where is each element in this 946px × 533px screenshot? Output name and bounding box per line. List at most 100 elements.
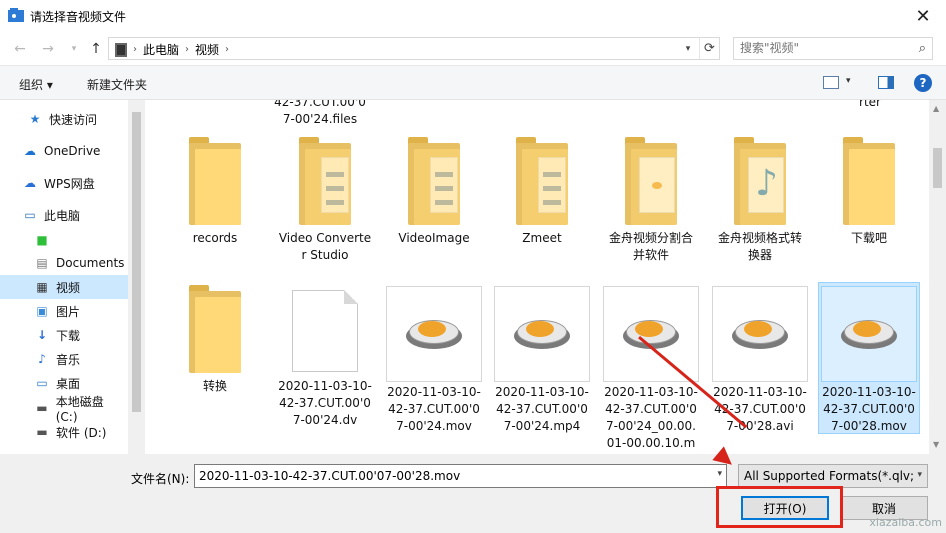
folder-icon <box>408 137 460 225</box>
list-item-folder[interactable]: ♪ 金舟视频格式转换器 <box>711 137 809 264</box>
folder-icon <box>189 285 241 373</box>
folder-icon: ♪ <box>734 137 786 225</box>
file-name: 2020-11-03-10-42-37.CUT.00'07-00'24.mov <box>387 385 481 433</box>
file-name: 转换 <box>202 379 227 393</box>
sidebar-item-onedrive[interactable]: ☁ OneDrive <box>0 139 128 163</box>
list-item-video-selected[interactable]: 2020-11-03-10-42-37.CUT.00'07-00'28.mov <box>818 282 920 434</box>
list-item-video[interactable]: 2020-11-03-10-42-37.CUT.00'07-00'24_00.0… <box>602 286 700 454</box>
file-list-scrollbar[interactable]: ▲ ▼ <box>929 100 946 454</box>
scroll-down-icon[interactable]: ▼ <box>933 440 939 449</box>
list-item-folder[interactable]: 下载吧 <box>820 137 918 247</box>
filename-field[interactable] <box>199 469 699 483</box>
view-options-icon[interactable] <box>823 76 839 89</box>
chevron-down-icon[interactable]: ▾ <box>679 38 697 59</box>
sidebar-item-downloads[interactable]: ↓ 下载 <box>0 323 128 347</box>
chevron-down-icon[interactable]: ▾ <box>846 76 851 86</box>
sidebar-item-label: 下载 <box>56 328 81 343</box>
app-icon <box>8 8 24 22</box>
file-name: Zmeet <box>522 231 562 245</box>
file-list: 42-37.CUT.00'0 7-00'24.files rter record… <box>145 100 931 454</box>
sidebar-scrollbar[interactable] <box>128 100 145 454</box>
drive-icon: ▬ <box>36 425 48 439</box>
list-item-video[interactable]: 2020-11-03-10-42-37.CUT.00'07-00'24.mp4 <box>493 286 591 435</box>
star-icon: ★ <box>29 112 41 126</box>
list-item-folder[interactable]: Video Converter Studio <box>276 137 374 264</box>
music-icon: ♪ <box>38 352 46 366</box>
chevron-down-icon[interactable]: ▾ <box>917 470 922 480</box>
refresh-icon[interactable]: ⟳ <box>699 38 719 59</box>
up-arrow-icon[interactable]: ↑ <box>86 40 106 58</box>
breadcrumb-this-pc[interactable]: 此电脑 <box>143 41 179 58</box>
preview-pane-icon[interactable] <box>878 76 894 89</box>
file-name: 下载吧 <box>850 231 887 245</box>
sidebar-item-wps[interactable]: ☁ WPS网盘 <box>0 171 128 195</box>
computer-icon: ▭ <box>24 208 36 222</box>
video-disc-icon <box>732 317 788 351</box>
folder-icon <box>625 137 677 225</box>
chevron-down-icon[interactable]: ▾ <box>717 469 722 479</box>
sidebar-item-label: 软件 (D:) <box>56 425 107 440</box>
close-button[interactable]: ✕ <box>900 0 946 32</box>
sidebar-item-quick-access[interactable]: ★ 快速访问 <box>0 107 128 131</box>
filter-value: All Supported Formats(*.qlv; <box>744 469 915 483</box>
list-item-partial[interactable]: 42-37.CUT.00'0 7-00'24.files <box>271 100 369 128</box>
sidebar-item-music[interactable]: ♪ 音乐 <box>0 347 128 371</box>
video-thumbnail <box>494 286 590 382</box>
list-item-file[interactable]: 2020-11-03-10-42-37.CUT.00'07-00'24.dv <box>276 286 374 429</box>
chevron-right-icon: › <box>185 44 190 55</box>
folder-icon <box>516 137 568 225</box>
list-item-video[interactable]: 2020-11-03-10-42-37.CUT.00'07-00'24.mov <box>385 286 483 435</box>
video-icon: ▦ <box>36 280 48 294</box>
sidebar-item-desktop[interactable]: ▭ 桌面 <box>0 371 128 395</box>
file-name: 2020-11-03-10-42-37.CUT.00'07-00'24.mp4 <box>495 385 589 433</box>
list-item-folder[interactable]: 金舟视频分割合并软件 <box>602 137 700 264</box>
file-name: 2020-11-03-10-42-37.CUT.00'07-00'24.dv <box>278 379 372 427</box>
list-item-partial[interactable]: rter <box>821 100 919 111</box>
scrollbar-thumb[interactable] <box>933 148 942 188</box>
help-icon[interactable]: ? <box>914 74 932 92</box>
list-item-folder[interactable]: records <box>166 137 264 247</box>
breadcrumb-videos[interactable]: 视频 <box>195 41 219 58</box>
organize-button[interactable]: 组织 ▾ <box>19 76 53 93</box>
file-name: Video Converter Studio <box>278 231 372 262</box>
sidebar-item-drive-c[interactable]: ▬ 本地磁盘 (C:) <box>0 395 128 424</box>
back-arrow-icon[interactable]: ← <box>10 40 30 58</box>
sidebar-item-this-pc[interactable]: ▭ 此电脑 <box>0 203 128 227</box>
sidebar-item-pictures[interactable]: ▣ 图片 <box>0 299 128 323</box>
file-type-filter[interactable]: All Supported Formats(*.qlv; ▾ <box>738 464 928 488</box>
video-disc-icon <box>841 317 897 351</box>
file-name-line: 7-00'24.files <box>282 112 358 126</box>
forward-arrow-icon[interactable]: → <box>38 40 58 58</box>
sidebar-item-videos[interactable]: ▦ 视频 <box>0 275 128 299</box>
video-disc-icon <box>406 317 462 351</box>
new-folder-button[interactable]: 新建文件夹 <box>87 76 147 93</box>
address-row: ← → ▾ ↑ › 此电脑 › 视频 › ▾ ⟳ ⌕ <box>0 32 946 65</box>
sidebar-item-label: 视频 <box>56 280 81 295</box>
file-name: 2020-11-03-10-42-37.CUT.00'07-00'24_00.0… <box>604 385 698 454</box>
sidebar-item-label: 图片 <box>56 304 81 319</box>
search-input[interactable] <box>740 41 905 55</box>
recent-dropdown-icon[interactable]: ▾ <box>64 40 84 58</box>
sidebar-item-label: Documents <box>56 256 125 270</box>
sidebar-item-drive-d[interactable]: ▬ 软件 (D:) <box>0 420 128 444</box>
sidebar-item-documents[interactable]: ▤ Documents <box>0 251 128 275</box>
folder-icon <box>299 137 351 225</box>
sidebar-item-app[interactable]: ■ <box>0 228 128 252</box>
list-item-folder[interactable]: Zmeet <box>493 137 591 247</box>
video-thumbnail <box>712 286 808 382</box>
cloud-icon: ☁ <box>24 144 36 158</box>
video-disc-icon <box>514 317 570 351</box>
address-bar[interactable]: › 此电脑 › 视频 › ▾ ⟳ <box>108 37 720 60</box>
search-icon[interactable]: ⌕ <box>919 41 926 56</box>
filename-combobox[interactable]: ▾ <box>194 464 727 488</box>
list-item-folder[interactable]: VideoImage <box>385 137 483 247</box>
folder-icon <box>189 137 241 225</box>
desktop-icon: ▭ <box>36 376 48 390</box>
search-box[interactable]: ⌕ <box>733 37 933 60</box>
annotation-highlight-box <box>716 486 843 528</box>
scroll-up-icon[interactable]: ▲ <box>933 104 939 113</box>
scrollbar-thumb[interactable] <box>132 112 141 412</box>
list-item-folder[interactable]: 转换 <box>166 285 264 395</box>
blank-file-icon <box>292 290 358 372</box>
chevron-right-icon: › <box>225 44 230 55</box>
